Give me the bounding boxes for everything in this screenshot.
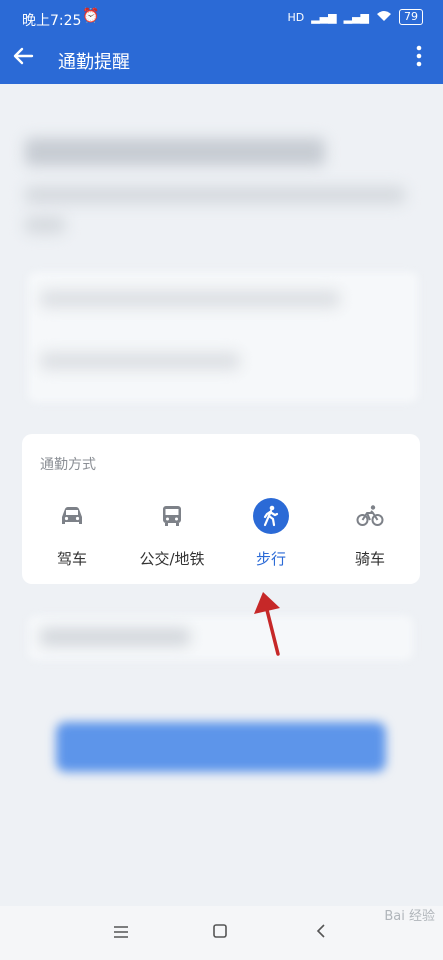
signal-icon-2: ▂▄▆ [343, 10, 369, 24]
mode-option-label: 公交/地铁 [139, 550, 205, 568]
system-nav-bar [0, 906, 443, 960]
more-options-icon[interactable] [415, 45, 423, 71]
mode-option-drive[interactable]: 驾车 [22, 496, 122, 569]
back-icon[interactable] [316, 922, 326, 943]
mode-option-transit[interactable]: 公交/地铁 [122, 496, 222, 569]
bike-icon [350, 496, 390, 536]
blurred-route-2 [40, 352, 240, 370]
app-bar: 通勤提醒 [0, 36, 443, 84]
status-indicators: HD ▂▄▆ ▂▄▆ 79 [287, 9, 423, 25]
status-bar: 晚上7:25 ⏰ HD ▂▄▆ ▂▄▆ 79 [0, 0, 443, 36]
watermark: Bai 经验 [384, 909, 435, 924]
mode-option-label: 骑车 [354, 550, 385, 568]
blurred-time-text [40, 628, 190, 646]
blurred-desc-line-1 [25, 186, 405, 204]
mode-option-label: 步行 [255, 550, 286, 568]
car-icon [52, 496, 92, 536]
bus-icon [152, 496, 192, 536]
commute-mode-label: 通勤方式 [40, 457, 96, 473]
walk-icon [251, 496, 291, 536]
blurred-desc-line-2 [25, 216, 65, 234]
page-title: 通勤提醒 [58, 52, 130, 73]
mode-option-label: 驾车 [56, 550, 87, 568]
back-arrow-icon[interactable] [12, 45, 34, 73]
commute-mode-card: 通勤方式 驾车 公交/地铁 步行 骑车 [22, 434, 420, 584]
blurred-heading [25, 138, 325, 166]
alarm-icon: ⏰ [82, 8, 100, 24]
blurred-route-1 [40, 290, 340, 308]
status-time: 晚上7:25 [22, 13, 82, 29]
home-icon[interactable] [213, 922, 227, 943]
menu-icon[interactable] [114, 922, 128, 943]
signal-icon: ▂▄▆ [311, 10, 337, 24]
blurred-save-button [56, 722, 386, 772]
mode-option-walk[interactable]: 步行 [221, 496, 321, 569]
wifi-icon [376, 10, 392, 25]
annotation-arrow [254, 592, 280, 656]
mode-option-bike[interactable]: 骑车 [320, 496, 420, 569]
battery-icon: 79 [399, 9, 423, 25]
network-label: HD [287, 10, 305, 24]
